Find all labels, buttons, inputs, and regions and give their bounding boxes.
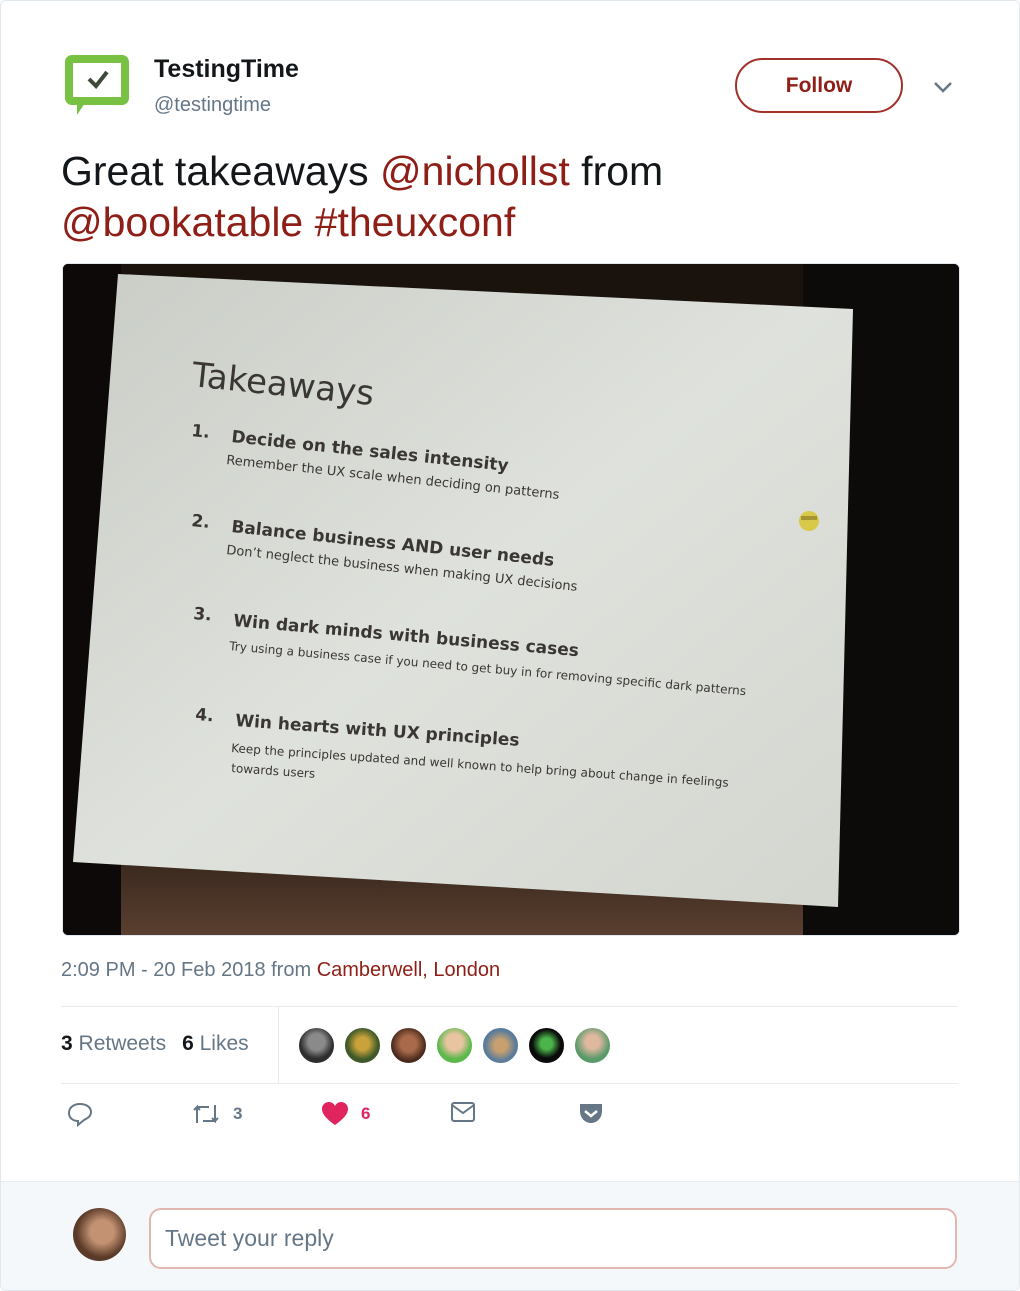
tweet-card: TestingTime @testingtime Follow Great ta… [0, 0, 1020, 1291]
pocket-action[interactable] [578, 1101, 604, 1125]
mention-nichollst[interactable]: @nichollst [380, 148, 570, 194]
chevron-down-icon[interactable] [931, 77, 955, 97]
hashtag-theuxconf[interactable]: #theuxconf [315, 199, 516, 245]
retweet-action[interactable]: 3 [191, 1101, 242, 1127]
liker-avatar[interactable] [297, 1026, 336, 1065]
stats-separator [278, 1007, 279, 1083]
divider [61, 1006, 958, 1007]
message-icon [451, 1102, 475, 1122]
follow-button[interactable]: Follow [735, 58, 903, 113]
heart-icon [322, 1102, 348, 1125]
retweet-count: 3 [233, 1104, 243, 1123]
tweet-timestamp: 2:09 PM - 20 Feb 2018 from Camberwell, L… [61, 959, 500, 982]
pocket-icon [580, 1104, 602, 1123]
slide-mascot-icon [799, 511, 819, 531]
display-name[interactable]: TestingTime [154, 55, 299, 84]
time-date[interactable]: 2:09 PM - 20 Feb 2018 from [61, 959, 317, 981]
tweet-location[interactable]: Camberwell, London [317, 959, 500, 981]
divider [61, 1083, 958, 1084]
liker-avatar[interactable] [481, 1026, 520, 1065]
slide-item-2-num: 2. [190, 511, 210, 533]
like-action[interactable]: 6 [321, 1101, 370, 1127]
reply-input[interactable] [149, 1208, 957, 1269]
retweets-stat[interactable]: 3 Retweets [61, 1032, 166, 1056]
message-action[interactable] [450, 1101, 476, 1123]
liker-avatar[interactable] [389, 1026, 428, 1065]
liker-avatar[interactable] [343, 1026, 382, 1065]
liker-avatar[interactable] [435, 1026, 474, 1065]
tweet-stats: 3 Retweets 6 Likes [61, 1032, 249, 1056]
tweet-photo[interactable]: Takeaways 1. Decide on the sales intensi… [62, 263, 960, 936]
liker-avatar[interactable] [527, 1026, 566, 1065]
retweet-icon [193, 1104, 219, 1124]
likes-stat[interactable]: 6 Likes [182, 1032, 249, 1056]
tweet-text: Great takeaways @nichollst from @bookata… [61, 146, 961, 248]
liker-avatars [297, 1026, 612, 1065]
slide-photo: Takeaways 1. Decide on the sales intensi… [63, 264, 959, 935]
tweet-actions: 3 6 [1, 1101, 1019, 1133]
current-user-avatar[interactable] [73, 1208, 126, 1261]
reply-icon [67, 1102, 93, 1127]
liker-avatar[interactable] [573, 1026, 612, 1065]
slide-item-3-num: 3. [193, 604, 213, 626]
testingtime-logo-icon[interactable] [63, 51, 133, 121]
reply-action[interactable] [67, 1101, 93, 1127]
user-handle[interactable]: @testingtime [154, 94, 271, 117]
slide-item-4-num: 4. [195, 705, 215, 726]
mention-bookatable[interactable]: @bookatable [61, 199, 303, 245]
slide-item-1-num: 1. [190, 421, 210, 443]
tweet-text-mid: from [569, 148, 664, 194]
tweet-text-prefix: Great takeaways [61, 148, 381, 194]
like-count: 6 [361, 1104, 371, 1123]
